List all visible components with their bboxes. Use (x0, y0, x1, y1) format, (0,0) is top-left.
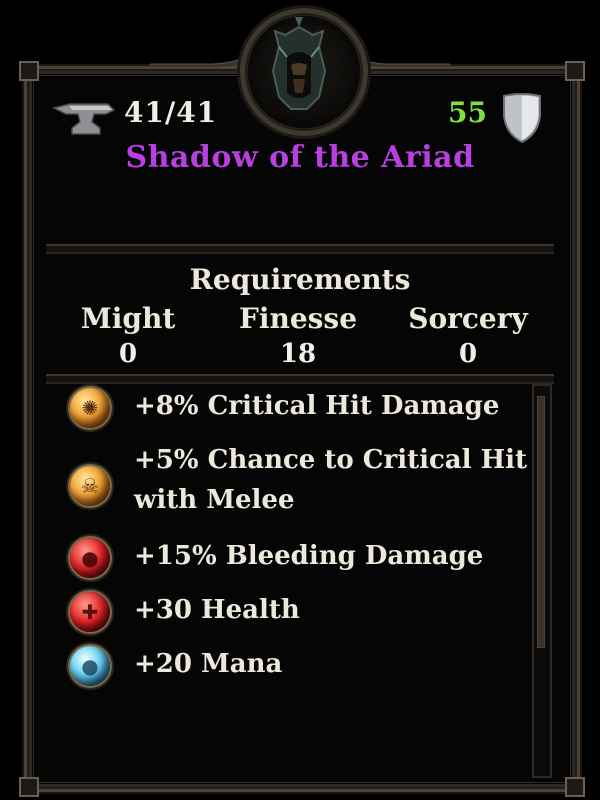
stat-scrollbar[interactable] (532, 384, 552, 778)
requirement-value: 18 (279, 339, 317, 369)
health-orb-icon: ✚ (70, 592, 110, 632)
scrollbar-thumb[interactable] (537, 396, 545, 648)
requirement-name: Finesse (238, 302, 358, 335)
mana-drop-orb-icon: ● (70, 646, 110, 686)
item-portrait (240, 8, 368, 136)
requirement-finesse: Finesse 18 (203, 302, 393, 372)
stat-text: +15% Bleeding Damage (134, 541, 484, 571)
frame-corner (19, 777, 39, 797)
requirements-title: Requirements (189, 263, 411, 296)
item-name: Shadow of the Ariad (125, 140, 475, 175)
frame-corner (565, 777, 585, 797)
sunburst-orb-icon: ✺ (70, 388, 110, 428)
blood-drop-orb-icon: ● (70, 538, 110, 578)
stat-text: +30 Health (134, 595, 300, 625)
stat-text: +5% Chance to Critical Hit with Melee (134, 445, 528, 515)
armor-value: 55 (448, 96, 487, 129)
requirement-value: 0 (458, 339, 478, 369)
anvil-icon (52, 103, 116, 135)
section-divider (46, 374, 554, 384)
requirement-name: Might (80, 302, 176, 335)
requirement-value: 0 (118, 339, 138, 369)
shield-icon (503, 93, 541, 144)
stat-text: +20 Mana (134, 649, 283, 679)
section-divider (46, 244, 554, 254)
requirement-name: Sorcery (408, 302, 528, 335)
hooded-helm-icon (271, 17, 327, 110)
requirement-sorcery: Sorcery 0 (373, 302, 563, 372)
requirement-might: Might 0 (33, 302, 223, 372)
durability-value: 41/41 (124, 96, 218, 129)
skull-orb-icon: ☠ (70, 466, 110, 506)
stat-text: +8% Critical Hit Damage (134, 391, 500, 421)
